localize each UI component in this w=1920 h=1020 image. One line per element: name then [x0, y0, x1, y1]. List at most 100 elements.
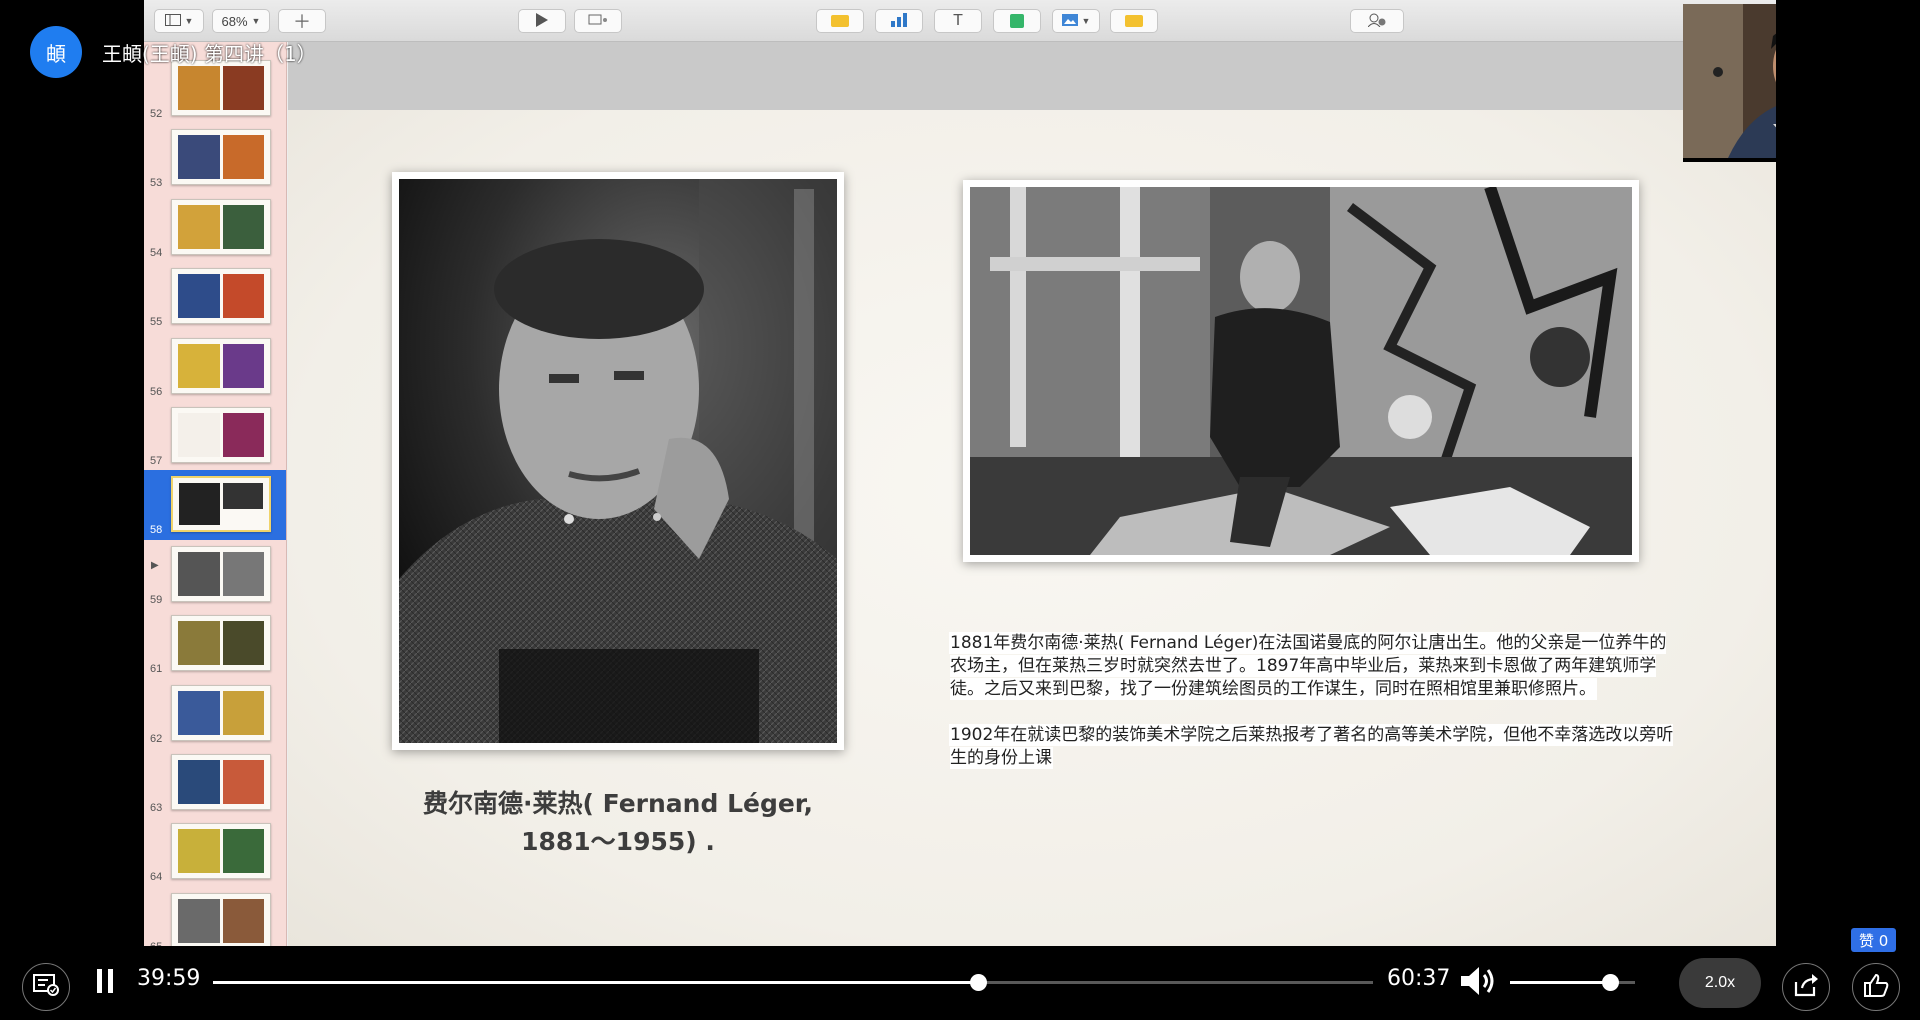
- slide-number: 59: [150, 593, 163, 606]
- keynote-toolbar: ▼ 68% ▼ ＋ T ▼: [144, 0, 1776, 42]
- text-button[interactable]: T: [934, 9, 982, 33]
- slide-number: 53: [150, 177, 163, 190]
- volume-level: [1510, 981, 1610, 984]
- presenter-webcam: [1683, 4, 1776, 162]
- play-icon: [536, 12, 548, 30]
- bio-paragraph-2: 1902年在就读巴黎的装饰美术学院之后莱热报考了著名的高等美术学院，但他不幸落选…: [950, 724, 1680, 770]
- slide-number: 57: [150, 455, 163, 467]
- share-icon: [1793, 973, 1819, 1002]
- slide-number: 52: [150, 108, 163, 120]
- thumbnail-image: [178, 551, 220, 596]
- comment-icon: [1125, 15, 1143, 27]
- chevron-down-icon: ▼: [1081, 16, 1091, 26]
- studio-photo: [963, 180, 1639, 562]
- thumbnail-image: [222, 66, 264, 110]
- player-control-bar: 39:59 60:37 2.0x: [0, 946, 1920, 1020]
- thumbnail-image: [178, 343, 220, 388]
- chevron-down-icon: ▼: [251, 16, 261, 26]
- thumbnail-image: [178, 135, 220, 180]
- navigator-slide-54[interactable]: 54: [144, 193, 286, 263]
- bio-text-1: 1881年费尔南德·莱热( Fernand Léger)在法国诺曼底的阿尔让唐出…: [950, 633, 1667, 699]
- thumbnail-image: [222, 343, 264, 388]
- slide-number: 61: [150, 663, 163, 676]
- chart-icon: [891, 12, 907, 30]
- navigator-slide-55[interactable]: 55: [144, 262, 286, 332]
- slide-thumbnail: [171, 823, 271, 880]
- comment-button[interactable]: [1110, 9, 1158, 33]
- table-icon: [831, 15, 849, 27]
- slide-thumbnail: [171, 337, 271, 394]
- caption-line-1: 费尔南德·莱热( Fernand Léger,: [423, 789, 813, 818]
- slide-thumbnail: [171, 615, 271, 672]
- progress-played: [213, 981, 979, 984]
- bio-paragraph-1: 1881年费尔南德·莱热( Fernand Léger)在法国诺曼底的阿尔让唐出…: [950, 632, 1680, 701]
- slide-thumbnail: [171, 476, 271, 533]
- thumbnail-image: [222, 483, 263, 509]
- presenter-avatar[interactable]: 頔: [30, 26, 82, 78]
- navigator-slide-58[interactable]: 58: [144, 470, 286, 541]
- keynote-live-button[interactable]: [574, 9, 622, 33]
- thumbnail-image: [178, 690, 220, 735]
- thumbs-up-icon: [1863, 972, 1889, 1003]
- navigator-slide-57[interactable]: 57: [144, 401, 286, 471]
- view-menu-button[interactable]: ▼: [154, 9, 204, 33]
- thumbnail-image: [178, 413, 220, 457]
- slide-number: 63: [150, 802, 163, 814]
- thumbnail-image: [222, 760, 264, 804]
- playback-speed-button[interactable]: 2.0x: [1679, 958, 1761, 1008]
- like-count-badge: 赞 0: [1851, 928, 1897, 952]
- thumbnail-image: [222, 204, 264, 249]
- volume-button[interactable]: [1458, 964, 1500, 1002]
- collapse-triangle-icon[interactable]: ▶: [151, 560, 159, 571]
- zoom-menu-button[interactable]: 68% ▼: [212, 9, 270, 33]
- thumbnail-image: [178, 829, 220, 874]
- thumbnail-image: [222, 413, 264, 457]
- thumbnail-image: [178, 66, 220, 110]
- navigator-slide-61[interactable]: 61: [144, 609, 286, 679]
- slide-caption: 费尔南德·莱热( Fernand Léger, 1881～1955) .: [400, 785, 836, 861]
- share-button[interactable]: [1782, 963, 1830, 1011]
- media-button[interactable]: ▼: [1052, 9, 1100, 33]
- navigator-slide-59[interactable]: ▶ 59: [144, 540, 286, 610]
- navigator-slide-53[interactable]: 53: [144, 123, 286, 193]
- thumbnail-image: [178, 621, 220, 666]
- thumbnail-image: [222, 690, 264, 735]
- collaborate-icon: [1367, 13, 1386, 30]
- slide-thumbnail: [171, 198, 271, 255]
- shape-button[interactable]: [993, 9, 1041, 33]
- navigator-slide-65[interactable]: 65: [144, 887, 286, 946]
- playlist-button[interactable]: [22, 963, 70, 1011]
- table-button[interactable]: [816, 9, 864, 33]
- current-time: 39:59: [137, 966, 201, 991]
- collaborate-button[interactable]: [1350, 9, 1404, 33]
- slide-thumbnail: [171, 684, 271, 741]
- navigator-slide-64[interactable]: 64: [144, 817, 286, 887]
- media-icon: [1061, 13, 1078, 29]
- volume-handle[interactable]: [1602, 974, 1619, 991]
- chart-button[interactable]: [875, 9, 923, 33]
- shape-icon: [1010, 14, 1024, 28]
- play-button[interactable]: [518, 9, 566, 33]
- slide-number: 56: [150, 385, 163, 398]
- keynote-live-icon: [588, 14, 608, 29]
- thumbnail-image: [178, 204, 220, 249]
- volume-slider[interactable]: [1510, 974, 1635, 991]
- caption-line-2: 1881～1955) .: [521, 827, 715, 856]
- navigator-slide-63[interactable]: 63: [144, 748, 286, 818]
- thumbnail-image: [222, 621, 264, 666]
- slide-number: 58: [150, 524, 163, 537]
- pause-button[interactable]: [90, 966, 120, 1000]
- progress-slider[interactable]: [213, 974, 1373, 991]
- slide-thumbnail: [171, 60, 271, 116]
- navigator-slide-56[interactable]: 56: [144, 332, 286, 402]
- view-icon: [164, 13, 181, 29]
- thumbnail-image: [179, 483, 220, 526]
- pause-icon: [96, 968, 114, 998]
- add-slide-button[interactable]: ＋: [278, 9, 326, 33]
- playlist-icon: [33, 973, 59, 1001]
- like-button[interactable]: [1852, 963, 1900, 1011]
- navigator-slide-62[interactable]: 62: [144, 679, 286, 749]
- portrait-photo: [392, 172, 844, 750]
- thumbnail-image: [222, 135, 264, 180]
- video-title: 王頔(王頔) 第四讲（1）: [102, 42, 317, 66]
